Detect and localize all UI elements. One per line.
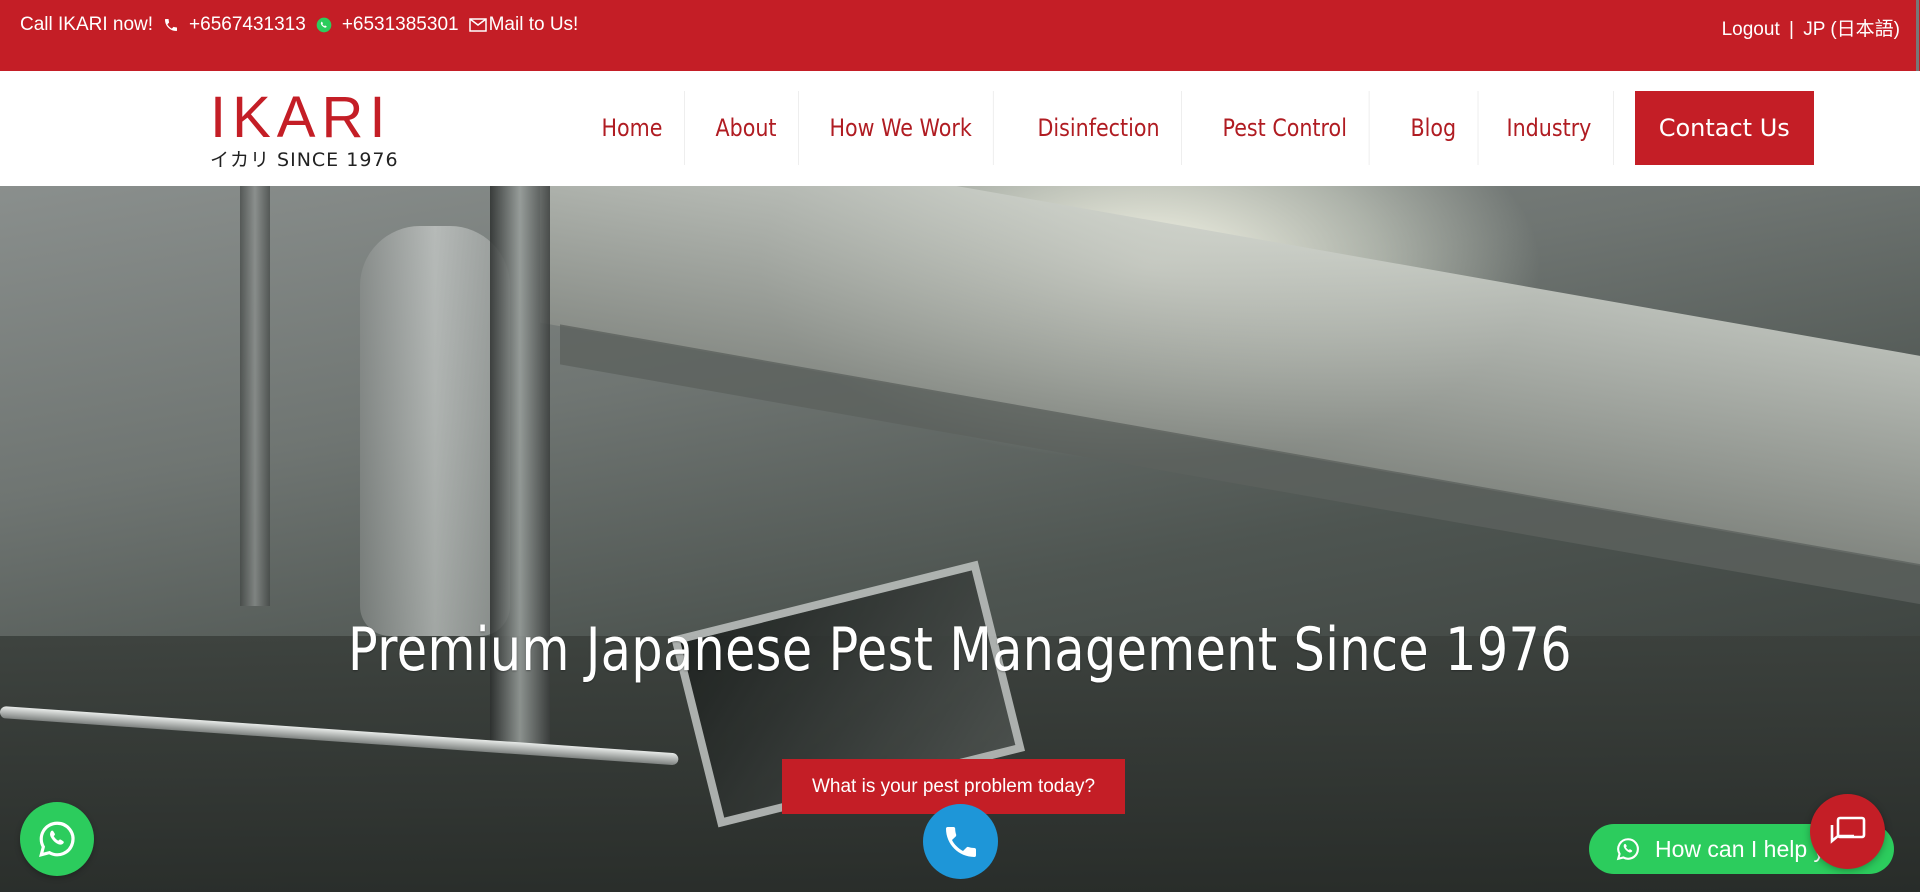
chat-widget-button[interactable] (1810, 794, 1885, 869)
whatsapp-icon (36, 818, 78, 860)
call-button[interactable] (923, 804, 998, 879)
call-label: Call IKARI now! (20, 14, 154, 35)
hero-bg-pole (240, 186, 270, 606)
phone-icon (163, 17, 179, 33)
site-header: IKARI イカリ SINCE 1976 Home About How We W… (0, 71, 1920, 186)
whatsapp-icon (1615, 836, 1641, 862)
whatsapp-float-button[interactable] (20, 802, 94, 876)
language-switch-link[interactable]: JP (日本語) (1803, 19, 1900, 40)
hero-headline: Premium Japanese Pest Management Since 1… (348, 615, 1572, 685)
main-nav: Home About How We Work Disinfection Pest… (580, 91, 1814, 165)
phone-number-link[interactable]: +6567431313 (189, 14, 306, 36)
separator: | (1789, 19, 1794, 40)
logout-link[interactable]: Logout (1722, 19, 1780, 40)
scrollbar-thumb[interactable] (1916, 0, 1919, 80)
hero-bg-bottle (360, 226, 510, 636)
mail-icon (468, 18, 487, 32)
nav-blog[interactable]: Blog (1389, 91, 1479, 165)
nav-about[interactable]: About (694, 91, 799, 165)
logo-mark: IKARI (210, 85, 392, 150)
chat-icon (1829, 815, 1867, 849)
nav-pest-control[interactable]: Pest Control (1201, 91, 1370, 165)
nav-disinfection[interactable]: Disinfection (1016, 91, 1183, 165)
top-bar-contacts: Call IKARI now! +6567431313 +6531385301 … (20, 14, 578, 36)
top-bar-account: Logout | JP (日本語) (1722, 14, 1900, 41)
whatsapp-number-link[interactable]: +6531385301 (342, 14, 459, 36)
nav-contact-us-button[interactable]: Contact Us (1634, 91, 1814, 165)
whatsapp-icon (316, 17, 332, 33)
logo-tagline: イカリ SINCE 1976 (210, 149, 399, 171)
nav-industry[interactable]: Industry (1485, 91, 1614, 165)
top-bar: Call IKARI now! +6567431313 +6531385301 … (0, 0, 1920, 71)
nav-how-we-work[interactable]: How We Work (808, 91, 995, 165)
phone-icon (941, 822, 981, 862)
ikari-logo[interactable]: IKARI イカリ SINCE 1976 (210, 85, 430, 172)
nav-home[interactable]: Home (580, 91, 685, 165)
mail-link[interactable]: Mail to Us! (489, 14, 579, 36)
